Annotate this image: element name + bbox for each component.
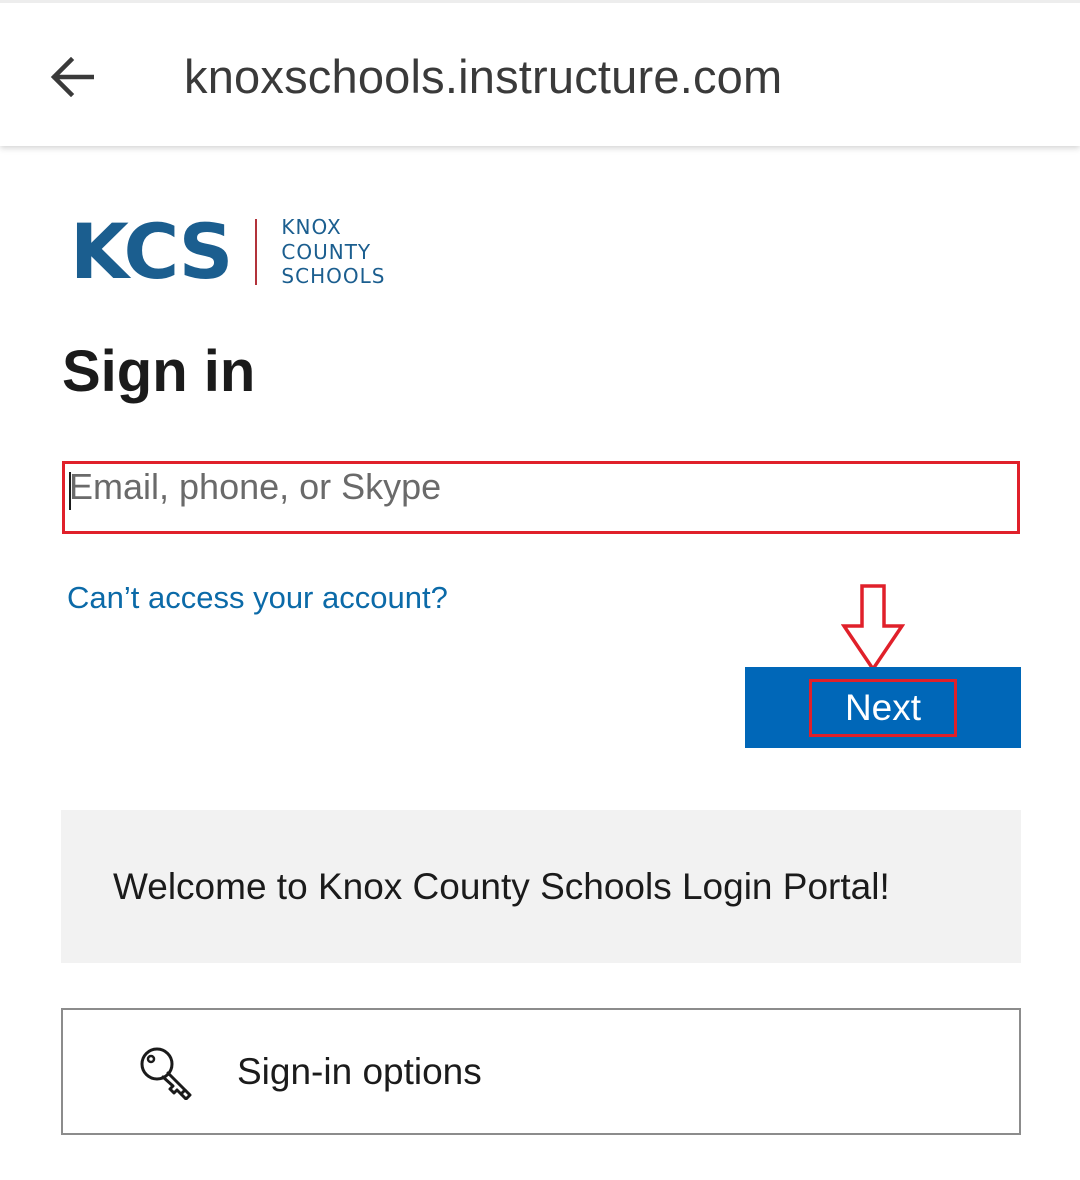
sign-in-options-label: Sign-in options (237, 1050, 482, 1092)
key-icon (137, 1044, 195, 1100)
logo-line-knox: KNOX (281, 215, 342, 240)
kcs-logo: KCS KNOX COUNTY SCHOOLS (70, 212, 385, 292)
welcome-banner: Welcome to Knox County Schools Login Por… (61, 810, 1021, 963)
cant-access-account-link[interactable]: Can’t access your account? (67, 580, 448, 616)
next-button-label: Next (809, 678, 957, 737)
logo-divider (255, 219, 258, 285)
logo-line-county: COUNTY (281, 239, 372, 264)
sign-in-options-button[interactable]: Sign-in options (61, 1008, 1021, 1135)
address-bar-url[interactable]: knoxschools.instructure.com (184, 49, 782, 104)
email-field[interactable] (65, 464, 1017, 531)
down-arrow-annotation-icon (841, 584, 905, 672)
arrow-left-icon (50, 57, 94, 97)
logo-line-schools: SCHOOLS (281, 264, 386, 289)
logo-text: KNOX COUNTY SCHOOLS (281, 215, 385, 289)
back-button[interactable] (44, 51, 100, 103)
text-caret (69, 472, 71, 510)
welcome-message: Welcome to Knox County Schools Login Por… (113, 865, 890, 907)
logo-abbreviation: KCS (70, 207, 233, 296)
browser-top-bar: knoxschools.instructure.com (0, 0, 1080, 146)
page-title: Sign in (62, 339, 256, 404)
next-button[interactable]: Next (745, 667, 1021, 748)
email-field-highlight (62, 461, 1020, 534)
